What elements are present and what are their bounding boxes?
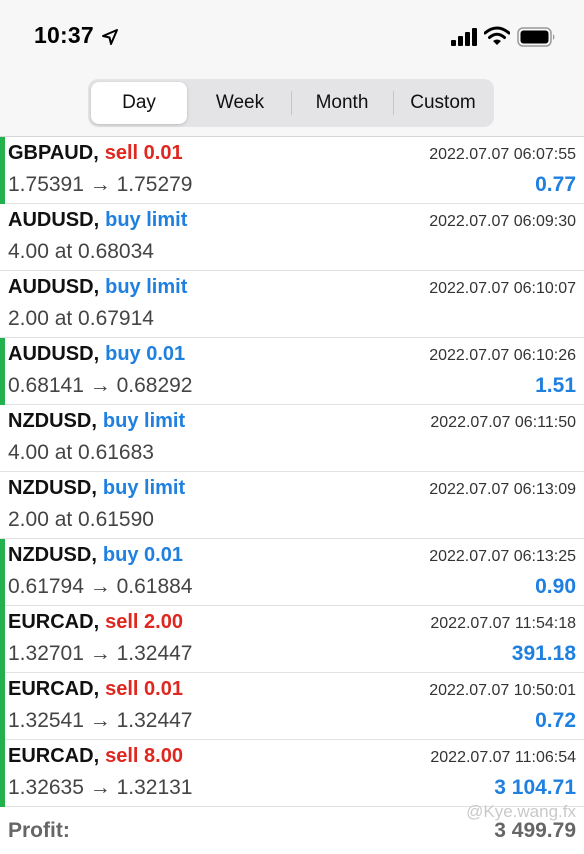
order-detail: 2.00 at 0.61590 [8,508,154,531]
symbol: NZDUSD [8,544,92,566]
tab-day[interactable]: Day [91,82,187,124]
order-time: 2022.07.07 11:06:54 [430,749,576,766]
row-profit: 0.77 [535,173,576,196]
separator: , [93,611,100,633]
order-detail: 1.32541 → 1.32447 [8,709,193,732]
row-title: NZDUSD, buy 0.01 [8,544,183,567]
row-title: NZDUSD, buy limit [8,477,185,500]
history-row[interactable]: NZDUSD, buy 0.01 2022.07.07 06:13:25 0.6179… [0,539,584,606]
order-time: 2022.07.07 06:10:07 [429,280,576,297]
row-profit: 391.18 [511,642,576,665]
history-row[interactable]: NZDUSD, buy limit 2022.07.07 06:13:09 2.00 … [0,472,584,539]
row-profit: 3 104.71 [494,776,576,799]
order-time: 2022.07.07 06:07:55 [429,146,576,163]
watermark: @Kye.wang.fx [466,802,576,821]
header: 10:37 Day Week Month Custom [0,0,584,137]
battery-icon [517,27,555,47]
closed-position-marker [0,137,5,204]
period-segmented-control: Day Week Month Custom [88,79,494,127]
closed-position-marker [0,673,5,740]
separator: , [93,209,100,231]
wifi-icon [484,26,510,45]
history-row[interactable]: AUDUSD, buy 0.01 2022.07.07 06:10:26 0.6814… [0,338,584,405]
order-detail: 1.75391 → 1.75279 [8,173,193,196]
separator: , [93,678,100,700]
separator: , [93,745,100,767]
history-row[interactable]: EURCAD, sell 8.00 2022.07.07 11:06:54 1.326… [0,740,584,807]
symbol: GBPAUD [8,142,94,164]
order-action: buy 0.01 [102,544,183,566]
history-row[interactable]: NZDUSD, buy limit 2022.07.07 06:11:50 4.00 … [0,405,584,472]
order-action: sell 8.00 [105,745,183,767]
row-title: GBPAUD, sell 0.01 [8,142,183,165]
symbol: AUDUSD [8,209,94,231]
tab-custom[interactable]: Custom [394,82,492,124]
closed-position-marker [0,606,5,673]
closed-position-marker [0,539,5,606]
row-title: AUDUSD, buy limit [8,209,187,232]
row-profit: 1.51 [535,374,576,397]
row-title: EURCAD, sell 0.01 [8,678,183,701]
separator: , [91,477,97,499]
row-profit: 0.72 [535,709,576,732]
order-action: buy limit [102,410,186,432]
row-profit: 0.90 [535,575,576,598]
order-time: 2022.07.07 11:54:18 [430,615,576,632]
history-row[interactable]: EURCAD, sell 0.01 2022.07.07 10:50:01 1.325… [0,673,584,740]
separator: , [91,544,97,566]
closed-position-marker [0,740,5,807]
order-action: buy limit [102,477,186,499]
order-action: sell 0.01 [105,678,183,700]
history-row[interactable]: GBPAUD, sell 0.01 2022.07.07 06:07:55 1.753… [0,137,584,204]
profit-label: Profit: [8,819,70,842]
order-action: buy 0.01 [105,343,186,365]
symbol: NZDUSD [8,477,92,499]
history-row[interactable]: EURCAD, sell 2.00 2022.07.07 11:54:18 1.327… [0,606,584,673]
order-detail: 2.00 at 0.67914 [8,307,154,330]
row-title: EURCAD, sell 2.00 [8,611,183,634]
history-row[interactable]: AUDUSD, buy limit 2022.07.07 06:10:07 2.00 … [0,271,584,338]
symbol: NZDUSD [8,410,92,432]
order-detail: 0.61794 → 0.61884 [8,575,193,598]
order-detail: 1.32701 → 1.32447 [8,642,193,665]
separator: , [93,142,99,164]
history-row[interactable]: AUDUSD, buy limit 2022.07.07 06:09:30 4.00 … [0,204,584,271]
order-time: 2022.07.07 06:09:30 [429,213,576,230]
cellular-signal-icon [451,28,477,46]
symbol: EURCAD [8,745,94,767]
order-action: buy limit [105,276,188,298]
order-time: 2022.07.07 06:13:09 [429,481,576,498]
separator: , [93,343,100,365]
separator: , [93,276,100,298]
row-title: EURCAD, sell 8.00 [8,745,183,768]
order-time: 2022.07.07 10:50:01 [429,682,576,699]
location-arrow-icon [102,29,118,45]
tab-month[interactable]: Month [292,82,392,124]
closed-position-marker [0,338,5,405]
symbol: AUDUSD [8,276,94,298]
order-time: 2022.07.07 06:11:50 [430,414,576,431]
order-detail: 0.68141 → 0.68292 [8,374,193,397]
order-action: buy limit [105,209,188,231]
row-title: AUDUSD, buy limit [8,276,187,299]
order-detail: 4.00 at 0.68034 [8,240,154,263]
profit-total: 3 499.79 [494,819,576,842]
symbol: EURCAD [8,611,94,633]
order-detail: 4.00 at 0.61683 [8,441,154,464]
history-list: GBPAUD, sell 0.01 2022.07.07 06:07:55 1.753… [0,137,584,807]
symbol: AUDUSD [8,343,94,365]
row-title: AUDUSD, buy 0.01 [8,343,185,366]
status-time: 10:37 [34,22,94,48]
order-detail: 1.32635 → 1.32131 [8,776,193,799]
separator: , [91,410,97,432]
order-action: sell 2.00 [105,611,183,633]
row-title: NZDUSD, buy limit [8,410,185,433]
order-action: sell 0.01 [104,142,183,164]
order-time: 2022.07.07 06:13:25 [429,548,576,565]
tab-week[interactable]: Week [190,82,290,124]
symbol: EURCAD [8,678,94,700]
order-time: 2022.07.07 06:10:26 [429,347,576,364]
